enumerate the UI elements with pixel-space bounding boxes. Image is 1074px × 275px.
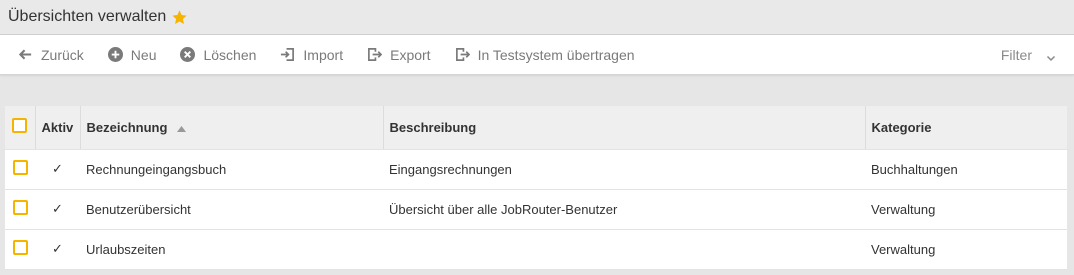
chevron-down-icon [1046, 50, 1056, 62]
export-button[interactable]: Export [367, 46, 431, 63]
export-icon [367, 47, 383, 62]
export-label: Export [390, 46, 431, 63]
import-icon [280, 47, 295, 62]
toolbar: Zurück Neu Löschen Import Export In Test… [0, 35, 1074, 75]
new-label: Neu [130, 46, 157, 63]
new-button[interactable]: Neu [107, 46, 157, 63]
transfer-label: In Testsystem übertragen [477, 46, 635, 63]
sort-ascending-icon [177, 120, 187, 132]
cell-name: Rechnungeingangsbuch [80, 149, 383, 190]
cell-description: Eingangsrechnungen [383, 149, 865, 190]
table-row[interactable]: ✓ Rechnungeingangsbuch Eingangsrechnunge… [5, 149, 1067, 190]
active-checkmark-icon: ✓ [35, 149, 80, 190]
column-header-description[interactable]: Beschreibung [383, 106, 866, 150]
arrow-left-icon [18, 47, 33, 62]
plus-circle-icon [107, 47, 123, 62]
column-header-name-label: Bezeichnung [86, 119, 168, 135]
table-row[interactable]: ✓ Benutzerübersicht Übersicht über alle … [5, 189, 1067, 230]
cell-description: Übersicht über alle JobRouter-Benutzer [383, 189, 865, 230]
page-title: Übersichten verwalten [8, 8, 167, 25]
import-label: Import [303, 46, 344, 63]
delete-button[interactable]: Löschen [180, 47, 256, 63]
column-header-name[interactable]: Bezeichnung [80, 106, 384, 150]
row-checkbox[interactable] [12, 240, 28, 255]
column-header-active[interactable]: Aktiv [35, 106, 81, 150]
row-checkbox[interactable] [12, 200, 28, 215]
table-header-row: Aktiv Bezeichnung Beschreibung Kategorie [5, 106, 1067, 150]
select-all-cell [5, 106, 36, 150]
select-all-checkbox[interactable] [12, 118, 28, 134]
cell-category: Verwaltung [865, 229, 1067, 270]
table-row[interactable]: ✓ Urlaubszeiten Verwaltung [5, 229, 1067, 270]
filter-dropdown[interactable]: Filter [1001, 35, 1056, 75]
active-checkmark-icon: ✓ [35, 189, 80, 230]
cell-description [383, 229, 865, 270]
star-icon[interactable] [171, 9, 188, 26]
close-circle-icon [180, 47, 196, 62]
cell-name: Benutzerübersicht [80, 189, 383, 230]
transfer-button[interactable]: In Testsystem übertragen [455, 47, 635, 63]
row-select-cell [5, 149, 35, 190]
back-label: Zurück [41, 46, 84, 63]
cell-name: Urlaubszeiten [80, 229, 383, 270]
active-checkmark-icon: ✓ [35, 229, 80, 270]
delete-label: Löschen [203, 46, 257, 63]
back-button[interactable]: Zurück [18, 47, 84, 63]
overview-table: Aktiv Bezeichnung Beschreibung Kategorie… [5, 106, 1067, 270]
row-select-cell [5, 189, 35, 230]
row-select-cell [5, 229, 35, 270]
filter-label: Filter [1000, 47, 1032, 63]
column-header-category[interactable]: Kategorie [865, 106, 1067, 150]
title-bar: Übersichten verwalten [0, 0, 1074, 35]
cell-category: Buchhaltungen [865, 149, 1067, 190]
row-checkbox[interactable] [12, 160, 28, 175]
cell-category: Verwaltung [865, 189, 1067, 230]
transfer-icon [455, 47, 470, 62]
import-button[interactable]: Import [280, 47, 343, 63]
